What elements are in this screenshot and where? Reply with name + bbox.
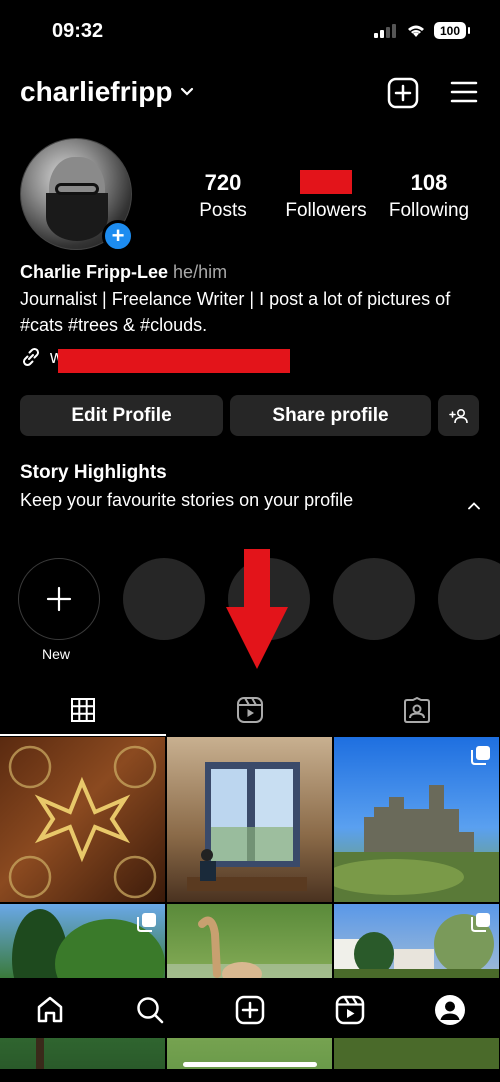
battery-icon: 100 xyxy=(434,22,470,39)
add-person-icon xyxy=(448,408,468,423)
followers-redaction xyxy=(300,170,352,194)
tab-reels[interactable] xyxy=(167,686,333,734)
reels-icon xyxy=(237,697,263,723)
home-icon xyxy=(37,996,63,1023)
create-icon xyxy=(235,995,265,1025)
tagged-icon xyxy=(404,696,430,723)
stat-followers[interactable]: Followers xyxy=(280,170,372,222)
status-time: 09:32 xyxy=(52,20,104,42)
highlights-description: Keep your favourite stories on your prof… xyxy=(20,490,354,510)
highlights-title: Story Highlights xyxy=(20,462,167,483)
wifi-icon xyxy=(408,25,424,37)
nav-search[interactable] xyxy=(130,990,170,1030)
following-label: Following xyxy=(388,200,470,221)
highlight-placeholder xyxy=(333,558,415,640)
link-icon xyxy=(22,347,40,367)
pronouns: he/him xyxy=(173,262,228,282)
reels-icon xyxy=(335,995,365,1025)
nav-home[interactable] xyxy=(30,990,70,1030)
share-profile-button[interactable]: Share profile xyxy=(230,395,431,436)
discover-people-button[interactable] xyxy=(438,395,479,436)
avatar-glasses xyxy=(55,183,99,195)
menu-icon[interactable] xyxy=(450,80,478,104)
grid-icon xyxy=(71,698,95,722)
posts-label: Posts xyxy=(199,200,247,221)
bottom-navigation xyxy=(0,978,500,1038)
grid-post[interactable] xyxy=(167,737,332,902)
search-icon xyxy=(137,997,164,1024)
chevron-up-icon[interactable] xyxy=(468,502,480,510)
new-highlight-label: New xyxy=(42,646,71,662)
door-photo xyxy=(8,745,157,899)
display-name: Charlie Fripp-Lee xyxy=(20,262,169,282)
window-photo xyxy=(187,762,307,891)
edit-profile-button[interactable]: Edit Profile xyxy=(20,395,223,436)
link-redaction xyxy=(58,349,290,373)
multiple-photos-icon xyxy=(471,746,490,765)
highlight-placeholder xyxy=(123,558,205,640)
profile-link[interactable]: w xyxy=(20,346,63,368)
grid-post[interactable] xyxy=(334,737,499,902)
profile-name-line: Charlie Fripp-Lee he/him xyxy=(20,262,227,283)
multiple-photos-icon xyxy=(471,913,490,932)
stat-posts[interactable]: 720 Posts xyxy=(190,170,256,222)
avatar-beard xyxy=(46,193,108,241)
nav-profile[interactable] xyxy=(430,990,470,1030)
multiple-photos-icon xyxy=(137,913,156,932)
username: charliefripp xyxy=(20,76,173,107)
nav-create[interactable] xyxy=(230,990,270,1030)
active-tab-indicator xyxy=(0,734,166,736)
new-highlight-button[interactable] xyxy=(18,558,100,640)
tab-tagged[interactable] xyxy=(334,686,500,734)
nav-reels[interactable] xyxy=(330,990,370,1030)
home-indicator xyxy=(183,1062,317,1067)
annotation-arrow xyxy=(226,549,288,669)
bio: Journalist | Freelance Writer | I post a… xyxy=(20,289,451,335)
profile-icon xyxy=(435,995,465,1025)
create-post-icon[interactable] xyxy=(387,77,419,109)
signal-icon xyxy=(374,23,396,38)
followers-label: Followers xyxy=(285,200,367,221)
grid-post[interactable] xyxy=(0,737,165,902)
followers-count xyxy=(280,170,372,196)
profile-tabs xyxy=(0,686,500,736)
status-icons: 100 xyxy=(374,22,470,39)
chevron-down-icon xyxy=(181,87,194,96)
username-switcher[interactable]: charliefripp xyxy=(20,76,194,108)
plus-icon xyxy=(46,586,72,612)
highlight-placeholder xyxy=(438,558,500,640)
tab-grid[interactable] xyxy=(0,686,166,736)
battery-level: 100 xyxy=(439,23,461,38)
add-story-plus-icon[interactable]: + xyxy=(102,220,134,252)
following-count: 108 xyxy=(410,170,448,195)
posts-count: 720 xyxy=(204,170,242,195)
stat-following[interactable]: 108 Following xyxy=(383,170,475,222)
